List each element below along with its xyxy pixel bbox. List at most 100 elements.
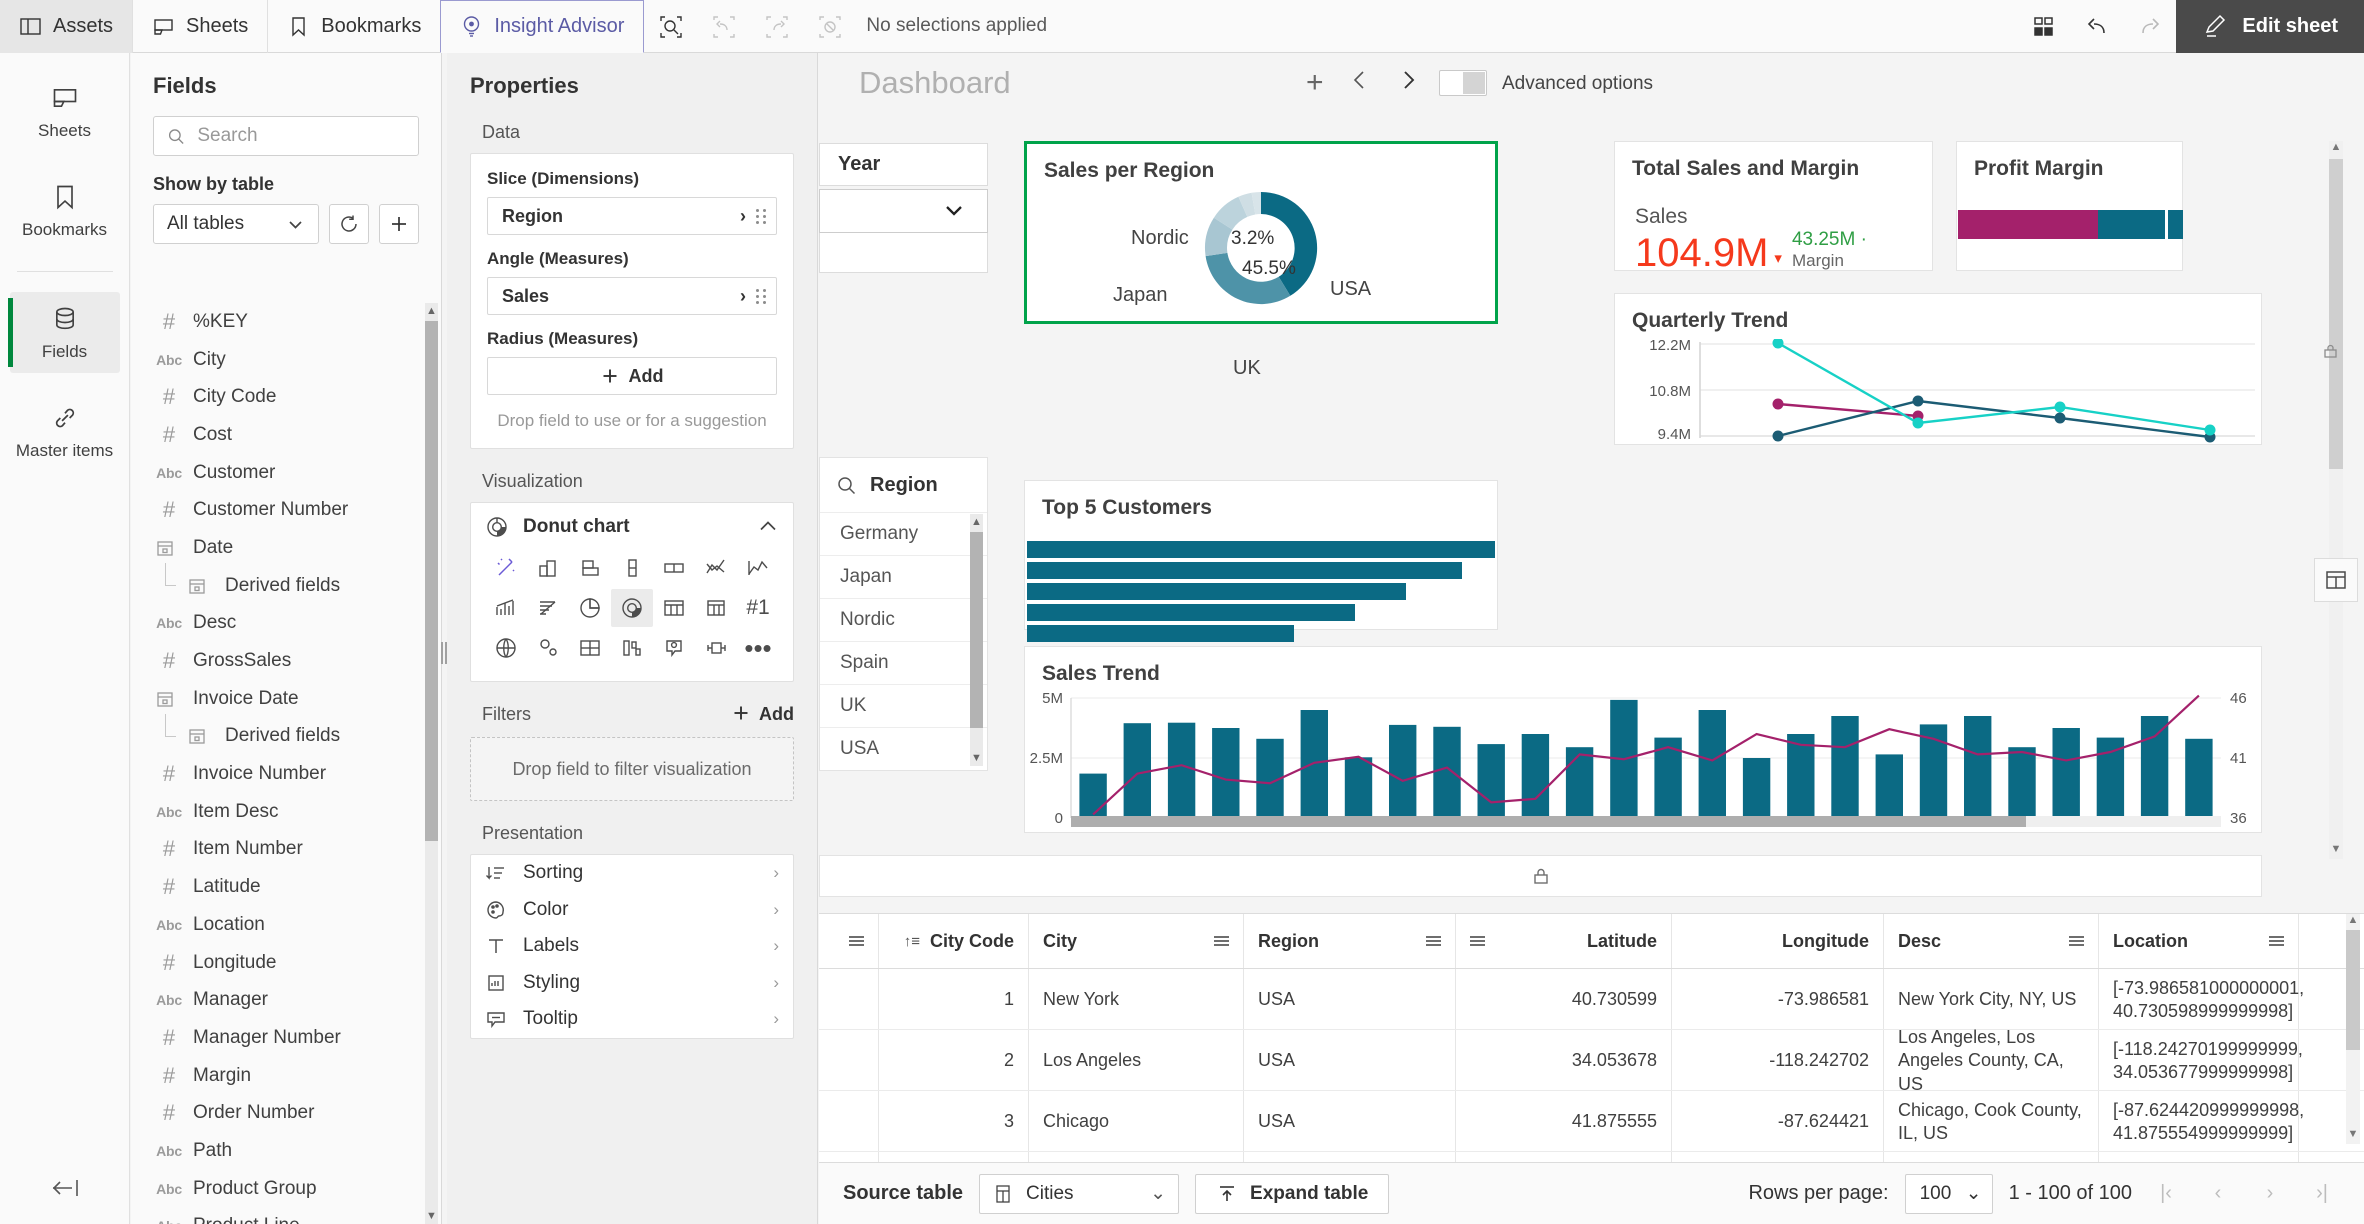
- column-header[interactable]: Latitude: [1456, 914, 1672, 968]
- map-icon[interactable]: [485, 629, 527, 667]
- visualization-header[interactable]: Donut chart: [485, 515, 779, 539]
- field-item[interactable]: Date: [131, 529, 441, 567]
- source-table-select[interactable]: Cities ⌄: [979, 1173, 1180, 1214]
- total-sales-margin-kpi[interactable]: Total Sales and Margin Sales 104.9M ▾ 43…: [1614, 141, 1933, 273]
- edit-sheet-button[interactable]: Edit sheet: [2176, 0, 2364, 53]
- next-sheet-button[interactable]: [1395, 67, 1421, 93]
- field-item[interactable]: # Item Number: [131, 831, 441, 869]
- pie-chart-icon[interactable]: [569, 589, 611, 627]
- edge-lock-icon[interactable]: [2321, 341, 2341, 361]
- field-item[interactable]: # Customer Number: [131, 491, 441, 529]
- year-filter-select[interactable]: [819, 189, 988, 233]
- kpi-icon[interactable]: #1: [737, 589, 779, 627]
- table-row[interactable]: 3 Chicago USA 41.875555 -87.624421 Chicago, C…: [819, 1091, 2364, 1152]
- field-item[interactable]: Abc Location: [131, 906, 441, 944]
- field-item[interactable]: Abc Path: [131, 1132, 441, 1170]
- top-5-bar[interactable]: [1027, 583, 1407, 600]
- column-header[interactable]: City: [1029, 914, 1244, 968]
- prev-sheet-button[interactable]: [1347, 67, 1373, 93]
- box-split-icon[interactable]: [653, 549, 695, 587]
- column-header[interactable]: [819, 914, 879, 968]
- tab-sheets[interactable]: Sheets: [133, 0, 269, 53]
- drag-handle-icon[interactable]: [756, 288, 766, 304]
- top-5-bar[interactable]: [1027, 562, 1463, 579]
- quarterly-trend-chart[interactable]: Quarterly Trend 12.2M 10.8M 9.4M: [1614, 293, 2262, 445]
- drag-handle-icon[interactable]: [756, 208, 766, 224]
- top-5-customers-chart[interactable]: Top 5 Customers: [1024, 480, 1498, 642]
- box-plot-icon[interactable]: [695, 629, 737, 667]
- distribution-icon[interactable]: [485, 589, 527, 627]
- prev-page-icon[interactable]: ‹: [2200, 1182, 2236, 1205]
- table-scrollbar[interactable]: ▲ ▼: [2346, 914, 2360, 1144]
- refresh-icon[interactable]: [329, 204, 369, 244]
- scroll-thumb[interactable]: [1071, 816, 2026, 827]
- sidebar-item-bookmarks[interactable]: Bookmarks: [10, 170, 120, 251]
- presentation-row-color[interactable]: Color ›: [471, 892, 793, 929]
- fields-search[interactable]: [153, 116, 419, 156]
- region-value-list[interactable]: Germany Japan Nordic Spain UK USA: [820, 512, 987, 770]
- scroll-down-arrow[interactable]: ▼: [2329, 843, 2343, 859]
- sheet-scrollbar[interactable]: ▲ ▼: [2329, 141, 2343, 859]
- collapse-left-icon[interactable]: [0, 1162, 130, 1214]
- add-filter-button[interactable]: Add: [732, 704, 794, 725]
- presentation-row-styling[interactable]: Styling ›: [471, 965, 793, 1002]
- sort-ascending-icon[interactable]: ↑≡: [904, 933, 920, 950]
- column-menu-icon[interactable]: [849, 936, 864, 946]
- field-item[interactable]: Abc City: [131, 341, 441, 379]
- waterfall-icon[interactable]: [527, 589, 569, 627]
- field-list[interactable]: # %KEY Abc City # City Code # Cost Abc Customer # C…: [131, 303, 441, 1224]
- sidebar-item-fields[interactable]: Fields: [7, 292, 120, 373]
- tab-assets[interactable]: Assets: [0, 0, 134, 53]
- column-header[interactable]: Location: [2099, 914, 2299, 968]
- profit-margin-kpi[interactable]: Profit Margin: [1956, 141, 2183, 271]
- search-input[interactable]: [197, 125, 405, 147]
- smart-search-icon[interactable]: [644, 0, 697, 53]
- last-page-icon[interactable]: ›|: [2304, 1182, 2340, 1205]
- treemap-icon[interactable]: [569, 629, 611, 667]
- mekko-chart-icon[interactable]: [611, 629, 653, 667]
- region-value-item[interactable]: USA: [820, 727, 987, 770]
- sales-trend-hscrollbar[interactable]: [1071, 816, 2221, 827]
- rows-per-page-select[interactable]: 100 ⌄: [1904, 1173, 1993, 1214]
- table-select[interactable]: All tables: [153, 204, 319, 244]
- field-item[interactable]: # Order Number: [131, 1094, 441, 1132]
- scroll-thumb[interactable]: [2329, 159, 2343, 469]
- field-item[interactable]: # GrossSales: [131, 642, 441, 680]
- bar-single-icon[interactable]: [611, 549, 653, 587]
- sales-per-region-chart[interactable]: Sales per Region Nordic Japan UK USA 3.2…: [1024, 141, 1498, 379]
- sidebar-item-sheets[interactable]: Sheets: [10, 71, 120, 152]
- column-header[interactable]: Desc: [1884, 914, 2099, 968]
- sheet-grid-icon[interactable]: [2017, 0, 2070, 53]
- top-5-bar[interactable]: [1027, 604, 1355, 621]
- scroll-thumb[interactable]: [970, 532, 983, 728]
- more-charts-icon[interactable]: •••: [737, 629, 779, 667]
- advanced-options-toggle[interactable]: [1439, 70, 1487, 96]
- field-item[interactable]: Derived fields: [131, 563, 441, 605]
- scroll-down-arrow[interactable]: ▼: [970, 750, 983, 766]
- next-page-icon[interactable]: ›: [2252, 1182, 2288, 1205]
- top-5-bars[interactable]: [1025, 541, 1497, 642]
- donut-chart-icon[interactable]: [611, 589, 653, 627]
- tab-bookmarks[interactable]: Bookmarks: [268, 0, 442, 53]
- column-menu-icon[interactable]: [1214, 936, 1229, 946]
- region-value-item[interactable]: Germany: [820, 512, 987, 555]
- bar-horizontal-icon[interactable]: [569, 549, 611, 587]
- field-item[interactable]: Abc Desc: [131, 605, 441, 643]
- field-item[interactable]: Invoice Date: [131, 680, 441, 718]
- scroll-thumb[interactable]: [425, 321, 438, 841]
- field-item[interactable]: # Manager Number: [131, 1019, 441, 1057]
- filter-drop-zone[interactable]: Drop field to filter visualization: [470, 737, 794, 801]
- pivot-table-icon[interactable]: [695, 589, 737, 627]
- column-menu-icon[interactable]: [1470, 936, 1485, 946]
- field-item[interactable]: Abc Customer: [131, 454, 441, 492]
- field-item[interactable]: Abc Product Group: [131, 1170, 441, 1208]
- region-filter-header[interactable]: Region: [820, 458, 987, 512]
- add-radius-measure-button[interactable]: Add: [487, 357, 777, 395]
- chevron-up-icon[interactable]: [757, 516, 779, 538]
- field-item[interactable]: # Latitude: [131, 868, 441, 906]
- tab-insight-advisor[interactable]: Insight Advisor: [440, 0, 645, 53]
- table-icon[interactable]: [653, 589, 695, 627]
- slice-dimension-field[interactable]: Region ›: [487, 197, 777, 235]
- table-row[interactable]: 2 Los Angeles USA 34.053678 -118.242702 Los A…: [819, 1027, 2364, 1094]
- sales-trend-chart[interactable]: Sales Trend 0 36 2.5M 41 5M 46: [1024, 646, 2262, 833]
